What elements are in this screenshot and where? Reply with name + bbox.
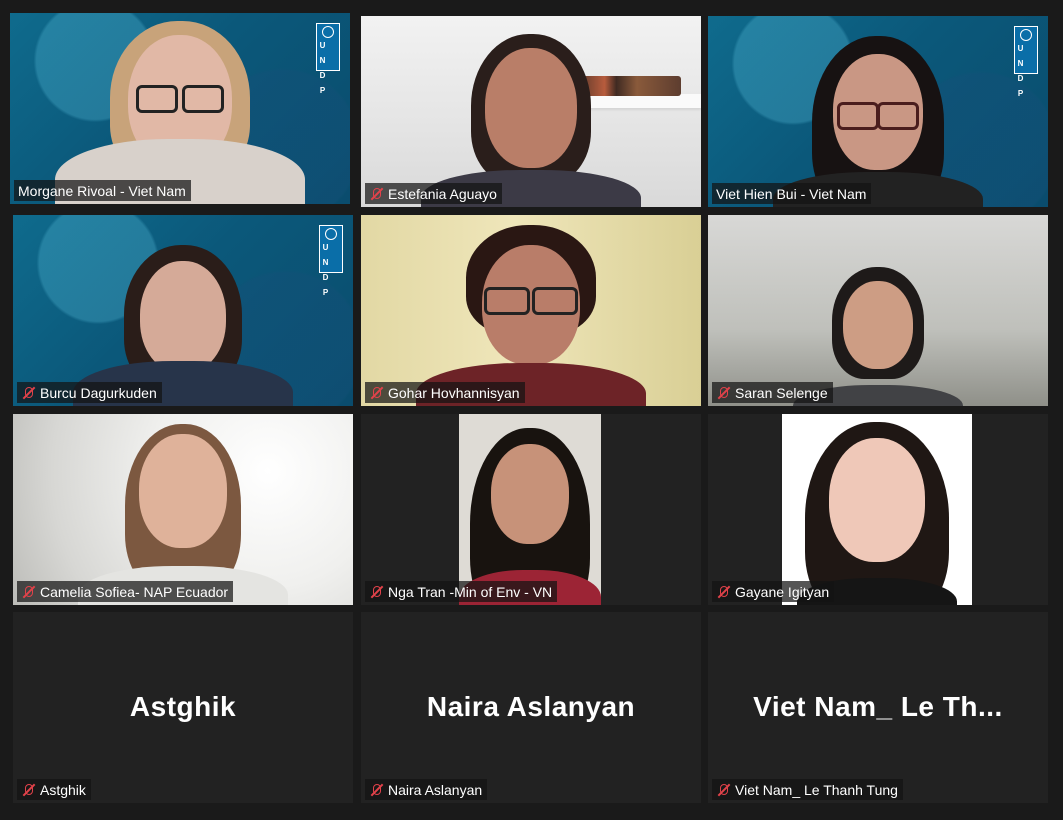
participant-video xyxy=(361,414,701,605)
participant-name-tag: Gohar Hovhannisyan xyxy=(365,382,525,403)
participant-tile-estefania-aguayo[interactable]: Estefania Aguayo xyxy=(361,16,701,207)
participant-tile-gayane-igityan[interactable]: Gayane Igityan xyxy=(708,414,1048,605)
participant-name-tag: Morgane Rivoal - Viet Nam xyxy=(14,180,191,201)
participant-tile-viet-hien-bui[interactable]: U N D P Viet Hien Bui - Viet Nam xyxy=(708,16,1048,207)
glasses-icon xyxy=(835,102,921,130)
participant-name: Nga Tran -Min of Env - VN xyxy=(388,583,553,600)
participant-video: U N D P xyxy=(13,215,353,406)
participant-name: Saran Selenge xyxy=(735,384,828,401)
participant-name: Gayane Igityan xyxy=(735,583,830,600)
participant-face xyxy=(491,444,569,544)
participant-face xyxy=(829,438,925,562)
participant-name-tag: Camelia Sofiea- NAP Ecuador xyxy=(17,581,234,602)
muted-mic-icon xyxy=(716,783,730,797)
participant-name: Naira Aslanyan xyxy=(388,781,483,798)
participant-name: Gohar Hovhannisyan xyxy=(388,384,520,401)
participant-display-name: Naira Aslanyan xyxy=(426,691,636,722)
participant-tile-saran-selenge[interactable]: Saran Selenge xyxy=(708,215,1048,406)
participant-name: Estefania Aguayo xyxy=(388,185,497,202)
undp-logo-text: U N D P xyxy=(319,41,326,95)
participant-video: U N D P xyxy=(708,16,1048,207)
participant-tile-morgane-rivoal[interactable]: U N D P Morgane Rivoal - Viet Nam xyxy=(10,13,350,204)
participant-face xyxy=(843,281,913,369)
muted-mic-icon xyxy=(369,386,383,400)
participant-video xyxy=(708,414,1048,605)
participant-name-tag: Saran Selenge xyxy=(712,382,833,403)
undp-logo-text: U N D P xyxy=(1017,44,1024,98)
participant-tile-burcu-dagurkuden[interactable]: U N D P Burcu Dagurkuden xyxy=(13,215,353,406)
participant-name: Morgane Rivoal - Viet Nam xyxy=(18,182,186,199)
participant-tile-viet-nam-le-thanh-tung[interactable]: Viet Nam_ Le Th... Viet Nam_ Le Thanh Tu… xyxy=(708,612,1048,803)
participant-name-tag: Astghik xyxy=(17,779,91,800)
participant-video: U N D P xyxy=(10,13,350,204)
undp-logo: U N D P xyxy=(316,23,340,95)
muted-mic-icon xyxy=(21,783,35,797)
participant-video-off: Astghik xyxy=(13,612,353,803)
glasses-icon xyxy=(482,287,580,315)
undp-logo-text: U N D P xyxy=(322,243,329,297)
participant-tile-naira-aslanyan[interactable]: Naira Aslanyan Naira Aslanyan xyxy=(361,612,701,803)
glasses-icon xyxy=(134,85,226,113)
participant-name-tag: Nga Tran -Min of Env - VN xyxy=(365,581,558,602)
shelf-items xyxy=(583,76,681,96)
participant-name: Burcu Dagurkuden xyxy=(40,384,157,401)
participant-video-off: Naira Aslanyan xyxy=(361,612,701,803)
muted-mic-icon xyxy=(369,585,383,599)
participant-name: Viet Nam_ Le Thanh Tung xyxy=(735,781,898,798)
undp-logo: U N D P xyxy=(1014,26,1038,98)
participant-display-name: Astghik xyxy=(129,691,237,722)
participant-name: Camelia Sofiea- NAP Ecuador xyxy=(40,583,229,600)
muted-mic-icon xyxy=(716,386,730,400)
undp-logo: U N D P xyxy=(319,225,343,297)
participant-video xyxy=(361,215,701,406)
muted-mic-icon xyxy=(369,187,383,201)
participant-tile-nga-tran[interactable]: Nga Tran -Min of Env - VN xyxy=(361,414,701,605)
participant-tile-astghik[interactable]: Astghik Astghik xyxy=(13,612,353,803)
participant-video xyxy=(13,414,353,605)
participant-name: Astghik xyxy=(40,781,86,798)
participant-name-tag: Viet Hien Bui - Viet Nam xyxy=(712,183,872,204)
muted-mic-icon xyxy=(21,386,35,400)
muted-mic-icon xyxy=(21,585,35,599)
participant-camera-frame xyxy=(459,414,601,605)
muted-mic-icon xyxy=(716,585,730,599)
muted-mic-icon xyxy=(369,783,383,797)
participant-photo xyxy=(782,414,972,605)
participant-tile-camelia-sofiea[interactable]: Camelia Sofiea- NAP Ecuador xyxy=(13,414,353,605)
participant-name: Viet Hien Bui - Viet Nam xyxy=(716,185,867,202)
participant-name-tag: Viet Nam_ Le Thanh Tung xyxy=(712,779,903,800)
participant-name-tag: Gayane Igityan xyxy=(712,581,835,602)
participant-face xyxy=(139,434,227,548)
participant-video-off: Viet Nam_ Le Th... xyxy=(708,612,1048,803)
participant-name-tag: Burcu Dagurkuden xyxy=(17,382,162,403)
participant-name-tag: Naira Aslanyan xyxy=(365,779,488,800)
participant-tile-gohar-hovhannisyan[interactable]: Gohar Hovhannisyan xyxy=(361,215,701,406)
participant-face xyxy=(485,48,577,168)
participant-face xyxy=(140,261,226,373)
participant-name-tag: Estefania Aguayo xyxy=(365,183,502,204)
participant-display-name: Viet Nam_ Le Th... xyxy=(753,691,1003,722)
participant-video xyxy=(708,215,1048,406)
participant-video xyxy=(361,16,701,207)
